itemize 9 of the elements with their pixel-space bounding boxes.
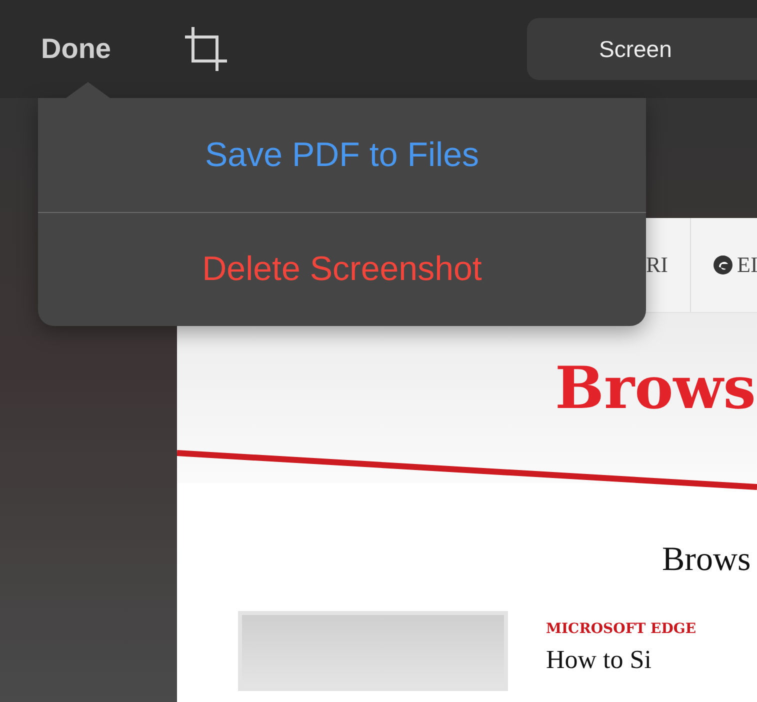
browser-icon: [713, 255, 733, 275]
tab-label[interactable]: RI: [646, 252, 668, 278]
site-title: Brows: [555, 359, 756, 417]
article-headline[interactable]: How to Si: [546, 645, 696, 675]
tab-label[interactable]: EI: [737, 252, 757, 278]
done-button[interactable]: Done: [41, 33, 111, 65]
category-label[interactable]: MICROSOFT EDGE: [546, 621, 696, 637]
page-heading: Brows: [662, 541, 752, 579]
screen-segment[interactable]: Screen: [527, 18, 757, 80]
